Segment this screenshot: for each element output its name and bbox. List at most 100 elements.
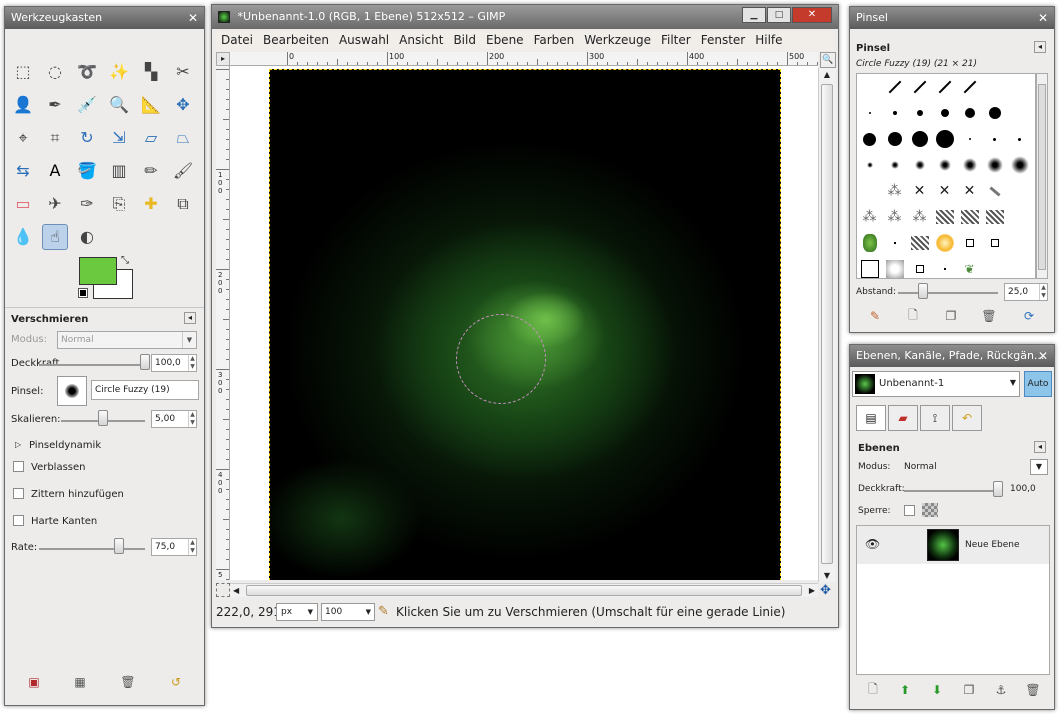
spacing-slider-knob[interactable]: [918, 283, 928, 299]
brush-swatch[interactable]: ⁂: [882, 204, 907, 230]
delete-layer-icon[interactable]: 🗑: [1024, 681, 1042, 699]
brush-preview-button[interactable]: [57, 376, 87, 406]
channels-tab-icon[interactable]: ▰: [888, 405, 918, 431]
mode-select[interactable]: Normal ▼: [57, 331, 197, 349]
airbrush-tool-icon[interactable]: ✈: [42, 191, 68, 217]
brush-swatch[interactable]: [932, 74, 957, 100]
brush-swatch[interactable]: [932, 204, 957, 230]
menu-ansicht[interactable]: Ansicht: [394, 31, 448, 49]
perspective-clone-tool-icon[interactable]: ⧉: [170, 191, 196, 217]
lock-alpha-icon[interactable]: [922, 503, 938, 517]
lower-layer-icon[interactable]: ⬇: [928, 681, 946, 699]
raise-layer-icon[interactable]: ⬆: [896, 681, 914, 699]
scroll-left-icon[interactable]: ◀: [233, 584, 239, 597]
opacity-slider[interactable]: [39, 364, 145, 366]
anchor-layer-icon[interactable]: ⚓: [992, 681, 1010, 699]
rate-slider[interactable]: [39, 548, 145, 550]
brush-swatch[interactable]: [907, 256, 932, 278]
brush-swatch[interactable]: [957, 126, 982, 152]
menu-datei[interactable]: Datei: [216, 31, 258, 49]
brush-swatch[interactable]: [982, 126, 1007, 152]
menu-hilfe[interactable]: Hilfe: [750, 31, 787, 49]
brush-swatch[interactable]: [907, 74, 932, 100]
spin-arrows-icon[interactable]: ▲ ▼: [1039, 284, 1047, 300]
spin-arrows-icon[interactable]: ▲ ▼: [188, 539, 196, 555]
close-icon[interactable]: ✕: [188, 7, 198, 29]
panel-menu-icon[interactable]: ◂: [184, 312, 196, 324]
menu-bearbeiten[interactable]: Bearbeiten: [258, 31, 334, 49]
eye-icon[interactable]: 👁: [865, 537, 880, 551]
spin-arrows-icon[interactable]: ▲ ▼: [188, 355, 196, 371]
free-select-tool-icon[interactable]: ➰: [74, 59, 100, 85]
duplicate-layer-icon[interactable]: ❐: [960, 681, 978, 699]
brush-swatch[interactable]: [982, 152, 1007, 178]
brush-swatch[interactable]: [932, 230, 957, 256]
close-icon[interactable]: ✕: [1038, 7, 1048, 29]
brush-grid-scrollbar[interactable]: [1036, 73, 1048, 279]
color-picker-tool-icon[interactable]: 💉: [74, 92, 100, 118]
brush-swatch[interactable]: ✕: [907, 178, 932, 204]
fuzzy-select-tool-icon[interactable]: ✨: [106, 59, 132, 85]
edit-brush-icon[interactable]: ✎: [866, 307, 884, 325]
refresh-brushes-icon[interactable]: ⟳: [1020, 307, 1038, 325]
brush-swatch[interactable]: [907, 126, 932, 152]
restore-options-icon[interactable]: ▦: [71, 673, 89, 691]
layers-tab-icon[interactable]: ▤: [856, 405, 886, 431]
perspective-tool-icon[interactable]: ⏢: [170, 125, 196, 151]
brush-swatch[interactable]: [982, 204, 1007, 230]
brush-swatch[interactable]: ✕: [932, 178, 957, 204]
quick-mask-icon[interactable]: [216, 583, 230, 597]
brush-swatch[interactable]: [907, 152, 932, 178]
horizontal-scrollbar[interactable]: ◀ ▶: [230, 583, 818, 597]
brush-swatch[interactable]: [882, 126, 907, 152]
brush-scroll-thumb[interactable]: [1038, 84, 1046, 270]
paintbrush-tool-icon[interactable]: 🖌: [170, 158, 196, 184]
scale-input[interactable]: 5,00 ▲ ▼: [151, 410, 197, 428]
brush-swatch[interactable]: ⁂: [882, 178, 907, 204]
heal-tool-icon[interactable]: ✚: [138, 191, 164, 217]
rate-input[interactable]: 75,0 ▲ ▼: [151, 538, 197, 556]
ellipse-select-tool-icon[interactable]: ◌: [42, 59, 68, 85]
save-options-icon[interactable]: ▣: [25, 673, 43, 691]
jitter-checkbox[interactable]: [13, 488, 24, 499]
brush-swatch[interactable]: [857, 100, 882, 126]
undo-tab-icon[interactable]: ↶: [952, 405, 982, 431]
scroll-right-icon[interactable]: ▶: [809, 584, 815, 597]
rotate-tool-icon[interactable]: ↻: [74, 125, 100, 151]
brush-swatch[interactable]: [857, 126, 882, 152]
flip-tool-icon[interactable]: ⇆: [10, 158, 36, 184]
auto-button[interactable]: Auto: [1024, 371, 1052, 397]
zoom-select[interactable]: 100 ▼: [321, 603, 375, 621]
menu-filter[interactable]: Filter: [656, 31, 696, 49]
brush-swatch[interactable]: [932, 100, 957, 126]
brush-swatch[interactable]: [907, 100, 932, 126]
brush-swatch[interactable]: [982, 230, 1007, 256]
crop-tool-icon[interactable]: ⌗: [42, 125, 68, 151]
brush-swatch[interactable]: [857, 152, 882, 178]
vertical-scrollbar[interactable]: ▲ ▼: [818, 68, 836, 582]
eraser-tool-icon[interactable]: ▭: [10, 191, 36, 217]
ink-tool-icon[interactable]: ✑: [74, 191, 100, 217]
brush-swatch[interactable]: [957, 152, 982, 178]
brush-swatch[interactable]: [957, 74, 982, 100]
reset-options-icon[interactable]: ↺: [167, 673, 185, 691]
pencil-tool-icon[interactable]: ✏: [138, 158, 164, 184]
measure-tool-icon[interactable]: 📐: [138, 92, 164, 118]
brush-grid[interactable]: ⁂ ✕ ✕ ✕ ⁂ ⁂ ⁂ ❦: [856, 73, 1036, 279]
brush-swatch[interactable]: [882, 74, 907, 100]
opacity-slider-knob[interactable]: [140, 354, 150, 370]
canvas-area[interactable]: [230, 66, 818, 580]
layer-row[interactable]: 👁 Neue Ebene: [857, 526, 1049, 564]
brush-swatch[interactable]: [1007, 152, 1032, 178]
zoom-nav-icon[interactable]: 🔍: [820, 52, 836, 68]
delete-options-icon[interactable]: 🗑: [119, 673, 137, 691]
fade-checkbox[interactable]: [13, 461, 24, 472]
scroll-up-icon[interactable]: ▲: [819, 70, 835, 79]
menu-farben[interactable]: Farben: [529, 31, 580, 49]
paths-tab-icon[interactable]: ⟟: [920, 405, 950, 431]
brush-swatch[interactable]: [932, 152, 957, 178]
brush-swatch[interactable]: ❦: [957, 256, 982, 278]
blur-tool-icon[interactable]: 💧: [10, 224, 36, 250]
maximize-button[interactable]: □: [767, 7, 791, 23]
blend-tool-icon[interactable]: ▥: [106, 158, 132, 184]
